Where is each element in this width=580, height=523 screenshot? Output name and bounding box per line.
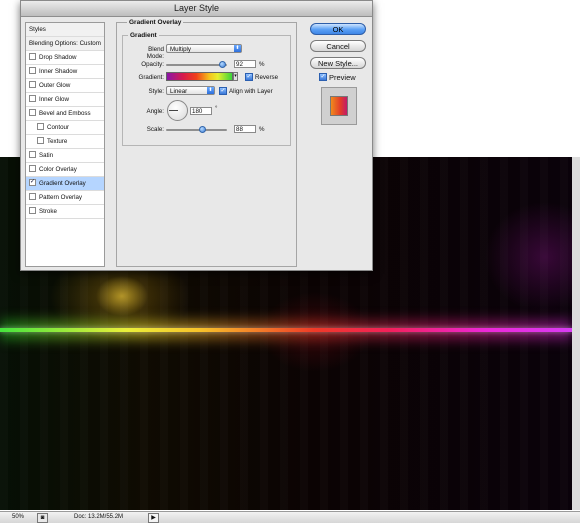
canvas-edge <box>572 157 580 510</box>
effect-checkbox[interactable]: ✓ <box>29 178 36 186</box>
effect-label: Inner Glow <box>39 96 69 103</box>
styles-header[interactable]: Styles <box>26 23 104 37</box>
style-value: Linear <box>170 88 188 95</box>
effect-label: Drop Shadow <box>39 54 77 61</box>
effect-label: Stroke <box>39 208 57 215</box>
preview-checkbox[interactable]: ✓ <box>319 73 327 81</box>
gradient-dropdown-icon[interactable]: ▾ <box>233 72 238 81</box>
reverse-label: Reverse <box>255 74 279 81</box>
preview-label: Preview <box>329 73 356 82</box>
effect-checkbox[interactable] <box>29 66 36 74</box>
chevron-updown-icon: ⬍ <box>207 87 214 94</box>
effect-item[interactable]: Stroke <box>26 205 104 219</box>
ok-button[interactable]: OK <box>310 23 366 35</box>
scale-unit: % <box>259 126 265 133</box>
align-with-layer-checkbox[interactable]: ✓ <box>219 87 227 95</box>
effect-checkbox[interactable] <box>29 150 36 158</box>
effect-item[interactable]: Outer Glow <box>26 79 104 93</box>
effect-item[interactable]: Inner Shadow <box>26 65 104 79</box>
angle-needle <box>169 110 178 111</box>
effect-item[interactable]: Color Overlay <box>26 163 104 177</box>
angle-input[interactable]: 180 <box>190 107 212 115</box>
preview-swatch <box>330 96 348 116</box>
document-icon[interactable]: ◙ <box>37 513 48 523</box>
effect-item[interactable]: Bevel and Emboss <box>26 107 104 121</box>
effect-checkbox[interactable] <box>29 164 36 172</box>
effect-label: Texture <box>47 138 68 145</box>
blend-mode-value: Multiply <box>170 46 191 53</box>
layer-style-dialog: Layer Style Styles Blending Options: Cus… <box>20 0 373 271</box>
opacity-unit: % <box>259 61 265 68</box>
effect-checkbox[interactable] <box>37 136 44 144</box>
effect-label: Pattern Overlay <box>39 194 82 201</box>
effect-label: Contour <box>47 124 70 131</box>
dialog-title[interactable]: Layer Style <box>21 1 372 17</box>
reverse-checkbox[interactable]: ✓ <box>245 73 253 81</box>
status-bar: 50% ◙ Doc: 13.2M/55.2M ▶ <box>0 511 580 523</box>
effect-item[interactable]: Contour <box>26 121 104 135</box>
effect-item[interactable]: Inner Glow <box>26 93 104 107</box>
new-style-button[interactable]: New Style... <box>310 57 366 69</box>
effect-checkbox[interactable] <box>29 108 36 116</box>
effect-checkbox[interactable] <box>29 80 36 88</box>
style-label: Style: <box>148 88 164 95</box>
effect-item[interactable]: Satin <box>26 149 104 163</box>
effect-checkbox[interactable] <box>29 206 36 214</box>
opacity-slider-thumb[interactable] <box>219 61 227 68</box>
effect-label: Color Overlay <box>39 166 77 173</box>
blend-mode-select[interactable]: Multiply ⬍ <box>166 44 242 53</box>
opacity-input[interactable]: 92 <box>234 60 256 68</box>
opacity-slider[interactable] <box>166 61 227 68</box>
zoom-level[interactable]: 50% <box>12 514 24 520</box>
effect-label: Outer Glow <box>39 82 71 89</box>
angle-label: Angle: <box>146 108 164 115</box>
opacity-label: Opacity: <box>141 61 164 68</box>
scale-slider-thumb[interactable] <box>198 126 206 133</box>
style-preview <box>321 87 357 125</box>
effect-label: Satin <box>39 152 54 159</box>
effect-label: Bevel and Emboss <box>39 110 91 117</box>
scale-input[interactable]: 88 <box>234 125 256 133</box>
effect-label: Inner Shadow <box>39 68 78 75</box>
chevron-updown-icon: ⬍ <box>234 45 241 52</box>
effect-label: Gradient Overlay <box>39 180 86 187</box>
effect-checkbox[interactable] <box>37 122 44 130</box>
effect-item[interactable]: Texture <box>26 135 104 149</box>
styles-list: Styles Blending Options: Custom Drop Sha… <box>25 22 105 267</box>
doc-size: Doc: 13.2M/55.2M <box>74 514 124 520</box>
gradient-overlay-panel: Gradient Overlay Gradient Blend Mode: Mu… <box>116 19 297 267</box>
play-icon[interactable]: ▶ <box>148 513 159 523</box>
effect-checkbox[interactable] <box>29 192 36 200</box>
group-title: Gradient <box>128 32 159 39</box>
effect-checkbox[interactable] <box>29 94 36 102</box>
cancel-button[interactable]: Cancel <box>310 40 366 52</box>
angle-dial[interactable] <box>167 100 188 121</box>
gradient-group: Gradient Blend Mode: Multiply ⬍ Opacity:… <box>122 32 291 146</box>
effect-checkbox[interactable] <box>29 52 36 60</box>
gradient-picker[interactable] <box>166 72 233 81</box>
align-with-layer-label: Align with Layer <box>229 88 273 95</box>
blend-mode-label: Blend Mode: <box>146 46 164 60</box>
effect-item[interactable]: Drop Shadow <box>26 51 104 65</box>
scale-slider[interactable] <box>166 126 227 133</box>
effects-list: Drop Shadow Inner Shadow Outer Glow Inner G… <box>26 51 104 219</box>
scale-label: Scale: <box>146 126 164 133</box>
angle-unit: ° <box>215 105 218 112</box>
style-select[interactable]: Linear ⬍ <box>166 86 215 95</box>
effect-item[interactable]: Pattern Overlay <box>26 191 104 205</box>
effect-item[interactable]: ✓ Gradient Overlay <box>26 177 104 191</box>
panel-title: Gradient Overlay <box>127 19 184 26</box>
light-beam <box>0 328 572 332</box>
gradient-label: Gradient: <box>138 74 164 81</box>
blending-options[interactable]: Blending Options: Custom <box>26 37 104 51</box>
